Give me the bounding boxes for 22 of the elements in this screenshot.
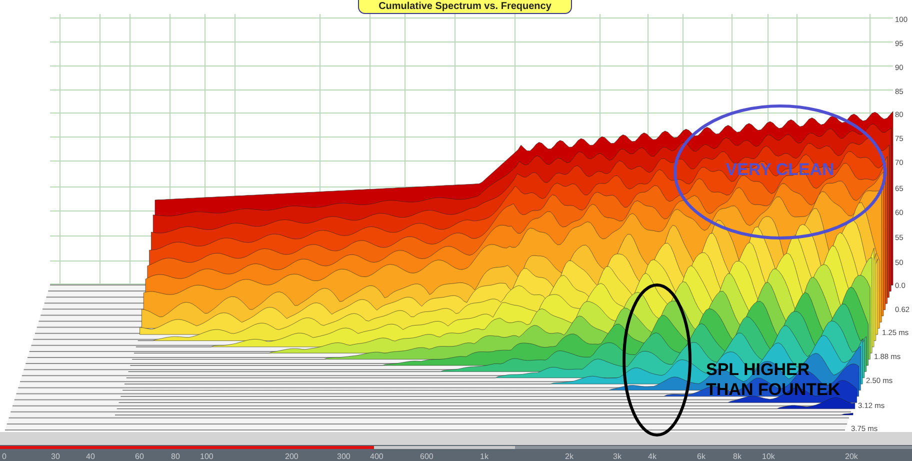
axis-label: 30 (51, 452, 60, 461)
axis-label: 6k (697, 452, 706, 461)
axis-label: 3k (613, 452, 622, 461)
axis-label: 200 (285, 452, 298, 461)
axis-label: 4k (648, 452, 656, 461)
annotation-text: VERY CLEAN (724, 160, 836, 180)
progress-track[interactable] (0, 446, 912, 449)
axis-label: 8k (733, 452, 742, 461)
axis-label: 10k (762, 452, 775, 461)
axis-label: 40 (86, 452, 95, 461)
axis-label: 20k (845, 452, 858, 461)
axis-label: 0 (2, 452, 6, 461)
axis-label: 400 (370, 452, 384, 461)
axis-label: 100 (200, 452, 214, 461)
axis-label: 600 (420, 452, 434, 461)
axis-label: 2k (565, 452, 574, 461)
axis-label: 80 (171, 452, 180, 461)
axis-label: 1k (480, 452, 488, 461)
axis-label: 60 (135, 452, 144, 461)
axis-label: 300 (337, 452, 350, 461)
chart-title: Cumulative Spectrum vs. Frequency (358, 0, 572, 14)
annotation-text: SPL HIGHER THAN FOUNTEK (706, 360, 842, 401)
